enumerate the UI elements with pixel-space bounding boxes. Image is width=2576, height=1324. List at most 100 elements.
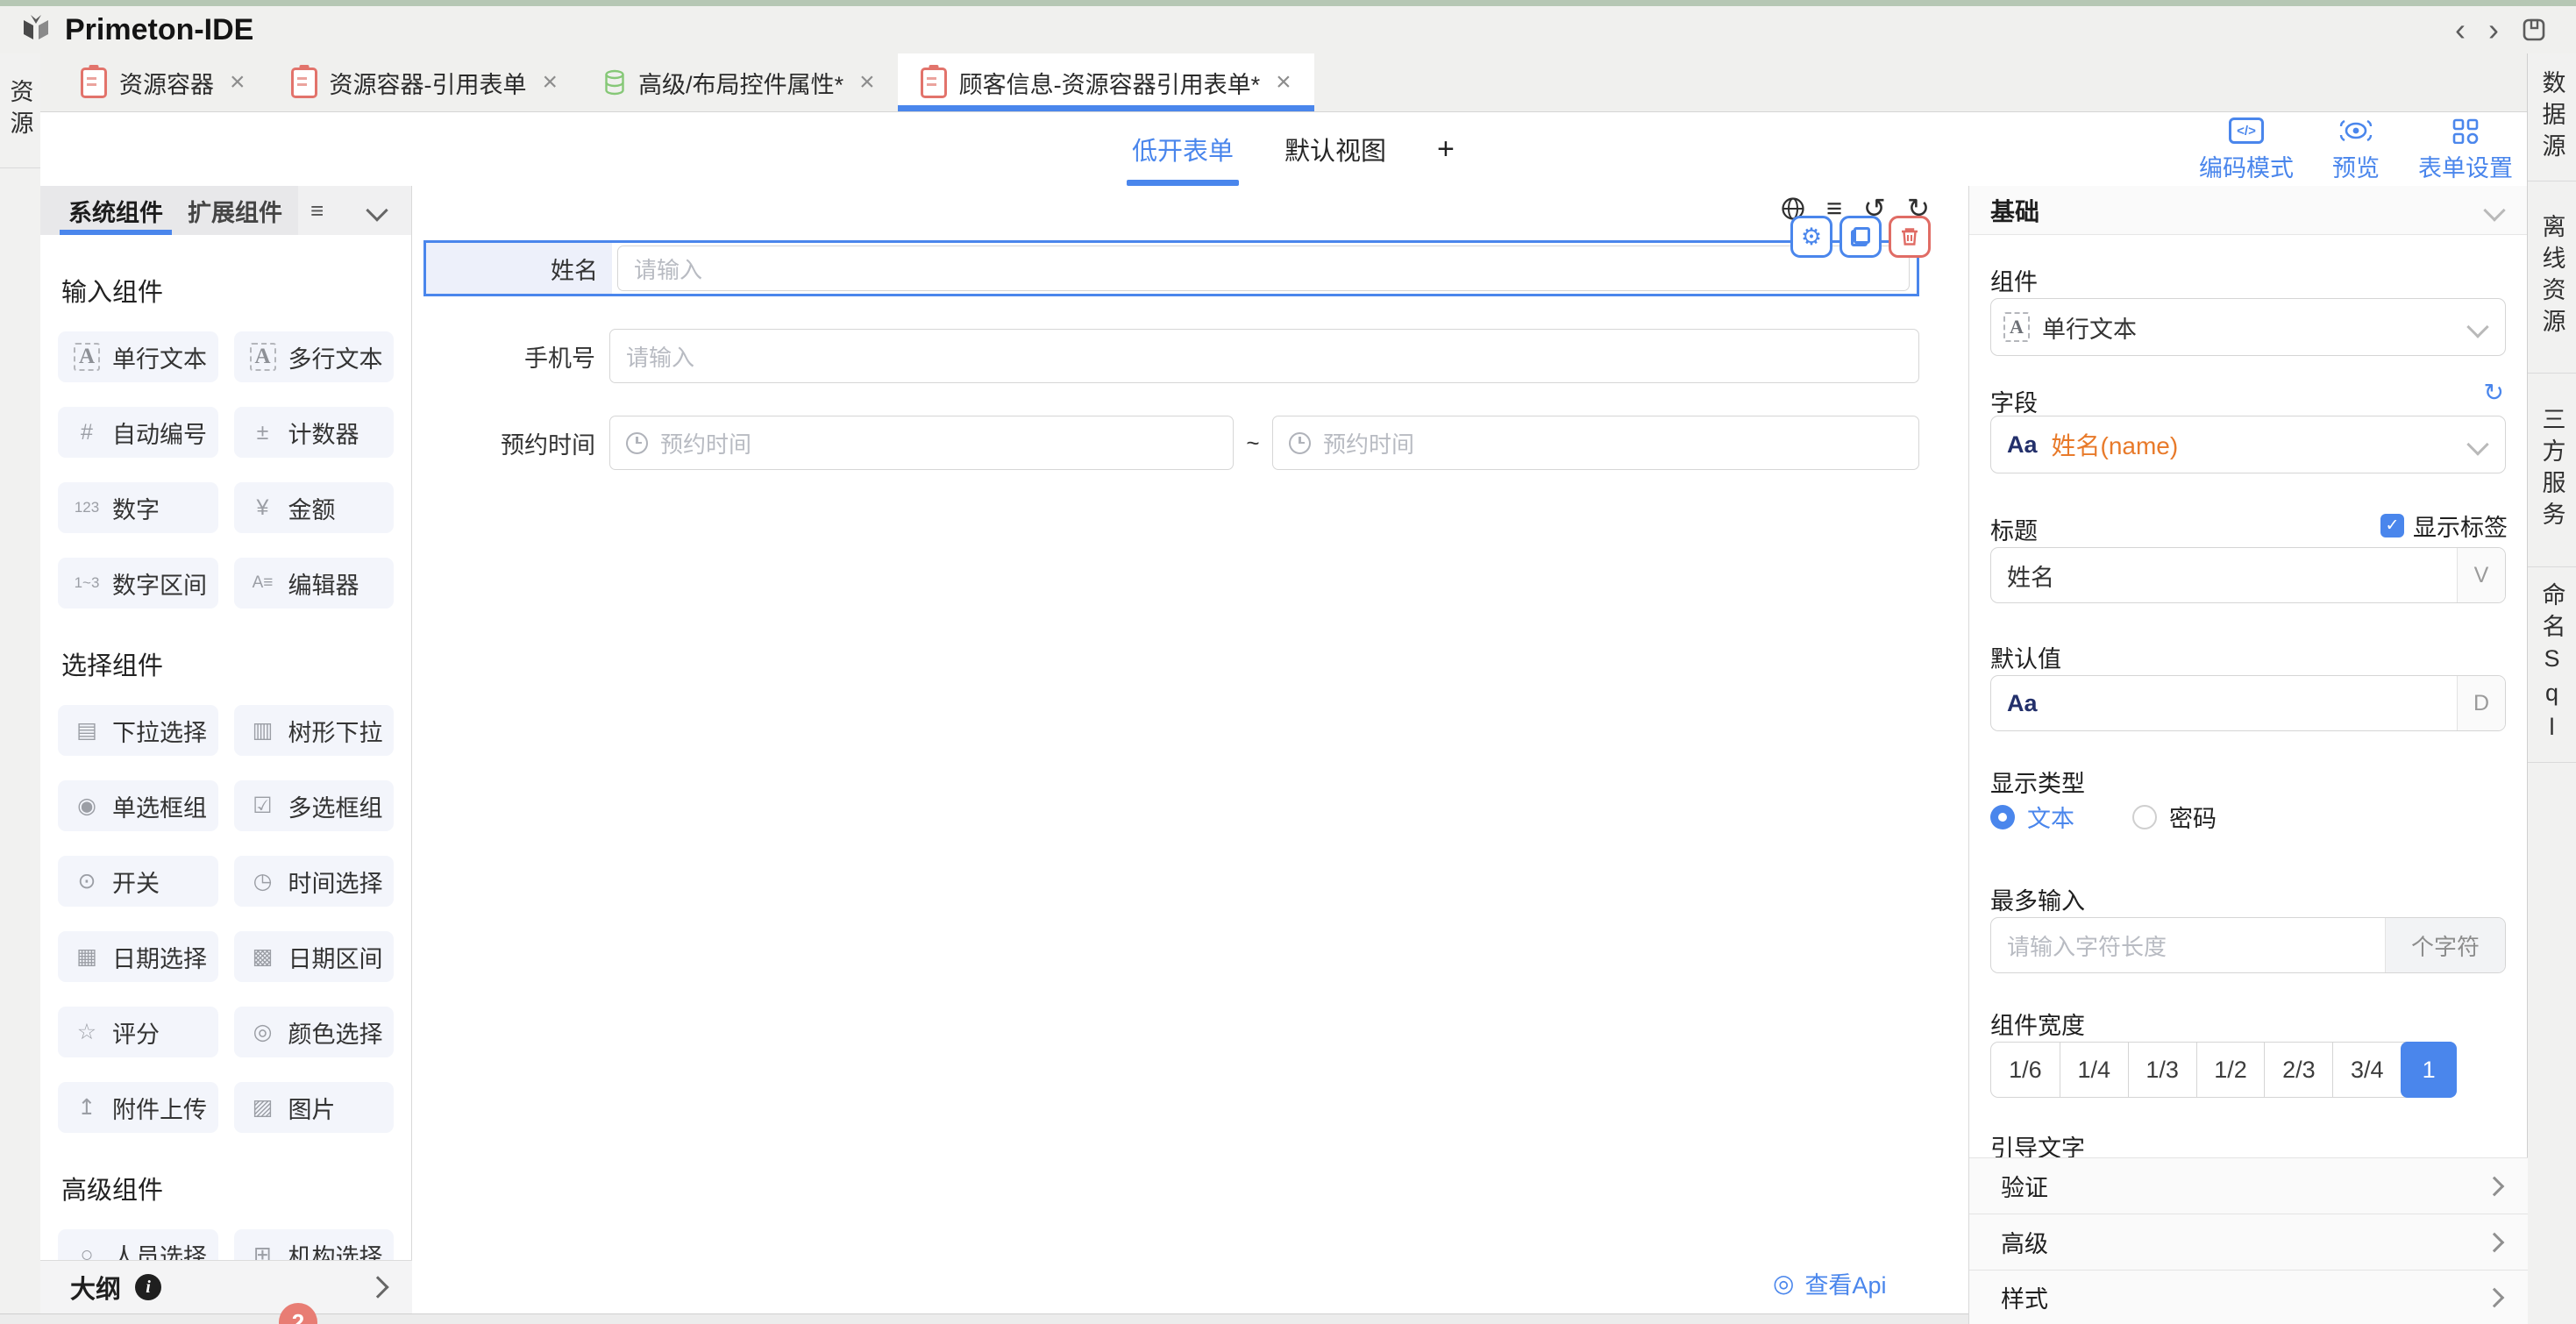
editor-tab-customer-info-active[interactable]: 顾客信息-资源容器引用表单* × <box>898 53 1314 111</box>
width-option-1-4[interactable]: 1/4 <box>2060 1043 2128 1097</box>
list-view-icon[interactable]: ≡ <box>310 197 324 224</box>
component-card-user-select[interactable]: ○ 人员选择 <box>58 1229 218 1260</box>
tab-default-view[interactable]: 默认视图 <box>1284 112 1386 186</box>
field-select[interactable]: Aa 姓名(name) <box>1990 416 2506 473</box>
checkbox-checked-icon[interactable] <box>2380 514 2404 537</box>
field-delete-button[interactable] <box>1889 216 1931 258</box>
collapse-panel-chevron-icon[interactable] <box>366 199 388 221</box>
collapse-chevron-icon[interactable] <box>2483 199 2505 221</box>
appointment-start-input[interactable]: 预约时间 <box>609 416 1234 470</box>
title-suffix-button[interactable]: V <box>2457 548 2505 602</box>
component-grid: A 单行文本 A 多行文本 # 自动编号 ± 计数器 123 数字 <box>58 331 394 609</box>
form-settings-icon <box>2451 117 2480 144</box>
component-card-single-line-text[interactable]: A 单行文本 <box>58 331 218 382</box>
component-card-auto-number[interactable]: # 自动编号 <box>58 407 218 458</box>
field-copy-button[interactable] <box>1839 216 1882 258</box>
name-input[interactable]: 请输入 <box>617 246 1910 291</box>
amount-icon: ¥ <box>243 495 283 521</box>
component-card-tree-select[interactable]: ▥ 树形下拉 <box>234 705 395 756</box>
component-card-attachment-upload[interactable]: ↥ 附件上传 <box>58 1082 218 1133</box>
properties-panel: 基础 组件 A 单行文本 字段 ↻ Aa 姓名(name) 标题 显示标签 姓名… <box>1968 186 2527 1324</box>
forward-icon[interactable]: › <box>2488 14 2499 46</box>
close-icon[interactable]: × <box>859 68 875 97</box>
form-field-phone[interactable]: 手机号 请输入 <box>423 329 1919 383</box>
field-label: 姓名 <box>426 243 612 294</box>
component-card-time-picker[interactable]: ◷ 时间选择 <box>234 856 395 907</box>
component-card-dropdown-select[interactable]: ▤ 下拉选择 <box>58 705 218 756</box>
accordion-style[interactable]: 样式 <box>1969 1270 2528 1324</box>
appointment-end-input[interactable]: 预约时间 <box>1272 416 1919 470</box>
component-label: 数字 <box>112 491 160 525</box>
preview-button[interactable]: 预览 <box>2332 117 2380 183</box>
action-label: 编码模式 <box>2199 149 2294 183</box>
phone-input[interactable]: 请输入 <box>609 329 1919 383</box>
add-view-button[interactable]: + <box>1437 112 1455 186</box>
properties-section-basic[interactable]: 基础 <box>1969 186 2527 235</box>
component-select[interactable]: A 单行文本 <box>1990 298 2506 356</box>
title-input[interactable]: 姓名 <box>1991 548 2457 602</box>
editor-tab-resource-container[interactable]: 资源容器 × <box>58 53 268 111</box>
close-icon[interactable]: × <box>543 68 559 97</box>
component-card-radio-group[interactable]: ◉ 单选框组 <box>58 780 218 831</box>
component-card-rating[interactable]: ☆ 评分 <box>58 1007 218 1057</box>
form-field-appointment-time[interactable]: 预约时间 预约时间 ~ 预约时间 <box>423 416 1919 470</box>
view-tabs: 低开表单 默认视图 + <box>1132 112 1455 186</box>
rail-tab-resources[interactable]: 资源 <box>0 53 40 168</box>
form-field-name-selected[interactable]: 姓名 请输入 <box>423 240 1919 296</box>
save-icon[interactable] <box>2522 18 2546 42</box>
max-length-input[interactable]: 请输入字符长度 <box>1991 918 2385 972</box>
expand-outline-chevron-icon[interactable] <box>366 1276 388 1298</box>
refresh-icon[interactable]: ↻ <box>2484 381 2504 405</box>
editor-tab-advanced-layout-props[interactable]: 高级/布局控件属性* × <box>580 53 898 111</box>
component-card-color-picker[interactable]: ◎ 颜色选择 <box>234 1007 395 1057</box>
tab-lowcode-form[interactable]: 低开表单 <box>1132 112 1234 186</box>
org-select-icon: ⊞ <box>243 1242 283 1260</box>
component-card-number-range[interactable]: 1~3 数字区间 <box>58 558 218 609</box>
image-icon: ▨ <box>243 1094 283 1121</box>
back-icon[interactable]: ‹ <box>2455 14 2466 46</box>
width-option-1-2[interactable]: 1/2 <box>2196 1043 2265 1097</box>
close-icon[interactable]: × <box>1276 68 1292 97</box>
action-label: 预览 <box>2332 149 2380 183</box>
form-settings-button[interactable]: 表单设置 <box>2418 117 2513 183</box>
form-doc-icon <box>81 68 107 98</box>
view-api-link[interactable]: ◎ 查看Api <box>1773 1266 1886 1300</box>
components-panel-tabs: 系统组件 扩展组件 <box>40 186 298 235</box>
radio-text[interactable]: 文本 <box>1990 800 2074 834</box>
component-card-checkbox-group[interactable]: ☑ 多选框组 <box>234 780 395 831</box>
close-icon[interactable]: × <box>230 68 246 97</box>
width-option-2-3[interactable]: 2/3 <box>2264 1043 2332 1097</box>
width-option-1-6[interactable]: 1/6 <box>1991 1043 2060 1097</box>
default-value-suffix-button[interactable]: D <box>2457 676 2505 730</box>
accordion-validation[interactable]: 验证 <box>1969 1157 2528 1214</box>
component-card-switch[interactable]: ⊙ 开关 <box>58 856 218 907</box>
tab-system-components[interactable]: 系统组件 <box>56 186 175 235</box>
component-card-multi-line-text[interactable]: A 多行文本 <box>234 331 395 382</box>
component-card-editor[interactable]: A≡ 编辑器 <box>234 558 395 609</box>
component-card-org-select[interactable]: ⊞ 机构选择 <box>234 1229 395 1260</box>
radio-password[interactable]: 密码 <box>2132 800 2217 834</box>
rail-tab-third-party-services[interactable]: 三方服务 <box>2528 374 2576 567</box>
code-mode-button[interactable]: </> 编码模式 <box>2199 117 2294 183</box>
accordion-advanced[interactable]: 高级 <box>1969 1214 2528 1270</box>
component-card-date-range[interactable]: ▩ 日期区间 <box>234 931 395 982</box>
rail-tab-named-sql[interactable]: 命名Sql <box>2528 567 2576 763</box>
component-card-counter[interactable]: ± 计数器 <box>234 407 395 458</box>
component-label: 评分 <box>112 1015 160 1050</box>
component-label: 颜色选择 <box>288 1015 383 1050</box>
component-label: 数字区间 <box>112 566 207 601</box>
component-card-number[interactable]: 123 数字 <box>58 482 218 533</box>
width-option-1-3[interactable]: 1/3 <box>2128 1043 2196 1097</box>
outline-bar[interactable]: 大纲 i <box>40 1260 412 1313</box>
editor-tab-resource-container-ref-form[interactable]: 资源容器-引用表单 × <box>268 53 581 111</box>
tab-extension-components[interactable]: 扩展组件 <box>175 186 295 235</box>
component-card-amount[interactable]: ¥ 金额 <box>234 482 395 533</box>
rail-tab-data-source[interactable]: 数据源 <box>2528 53 2576 182</box>
rail-tab-offline-resources[interactable]: 离线资源 <box>2528 182 2576 374</box>
field-settings-button[interactable]: ⚙ <box>1790 216 1832 258</box>
width-option-1-selected[interactable]: 1 <box>2401 1042 2457 1098</box>
component-card-date-picker[interactable]: ▦ 日期选择 <box>58 931 218 982</box>
default-value-input[interactable]: Aa <box>1991 676 2457 730</box>
width-option-3-4[interactable]: 3/4 <box>2332 1043 2401 1097</box>
component-card-image[interactable]: ▨ 图片 <box>234 1082 395 1133</box>
